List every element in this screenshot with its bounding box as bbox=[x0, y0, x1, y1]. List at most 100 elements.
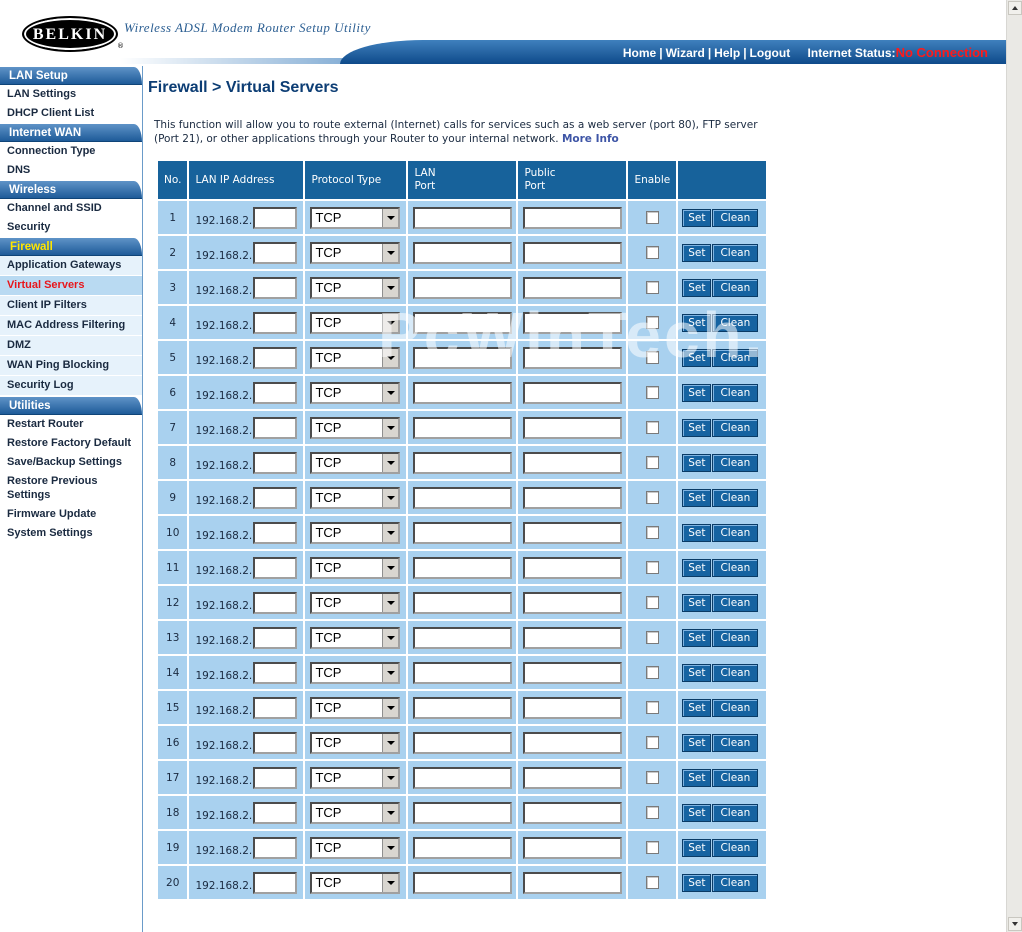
public-port-input[interactable] bbox=[523, 626, 623, 649]
lan-port-input[interactable] bbox=[413, 731, 513, 754]
public-port-input[interactable] bbox=[523, 416, 623, 439]
enable-checkbox[interactable] bbox=[645, 526, 659, 539]
set-button[interactable]: Set bbox=[682, 453, 712, 472]
public-port-input[interactable] bbox=[523, 311, 623, 334]
clean-button[interactable]: Clean bbox=[712, 698, 759, 717]
sidebar-section-wireless[interactable]: Wireless bbox=[0, 181, 142, 199]
lan-port-input[interactable] bbox=[413, 836, 513, 859]
enable-checkbox[interactable] bbox=[645, 351, 659, 364]
protocol-type-select[interactable]: TCP bbox=[310, 661, 401, 684]
clean-button[interactable]: Clean bbox=[712, 663, 759, 682]
chevron-down-icon[interactable] bbox=[382, 418, 399, 437]
lan-ip-last-octet-input[interactable] bbox=[253, 206, 298, 229]
nav-home-link[interactable]: Home bbox=[623, 46, 656, 60]
public-port-input[interactable] bbox=[523, 766, 623, 789]
public-port-input[interactable] bbox=[523, 801, 623, 824]
sidebar-item-dmz[interactable]: DMZ bbox=[0, 336, 142, 356]
lan-ip-last-octet-input[interactable] bbox=[253, 591, 298, 614]
set-button[interactable]: Set bbox=[682, 698, 712, 717]
public-port-input[interactable] bbox=[523, 556, 623, 579]
chevron-down-icon[interactable] bbox=[382, 453, 399, 472]
clean-button[interactable]: Clean bbox=[712, 768, 759, 787]
public-port-input[interactable] bbox=[523, 521, 623, 544]
lan-ip-last-octet-input[interactable] bbox=[253, 346, 298, 369]
nav-logout-link[interactable]: Logout bbox=[750, 46, 791, 60]
lan-port-input[interactable] bbox=[413, 381, 513, 404]
lan-port-input[interactable] bbox=[413, 276, 513, 299]
protocol-type-select[interactable]: TCP bbox=[310, 591, 401, 614]
clean-button[interactable]: Clean bbox=[712, 838, 759, 857]
set-button[interactable]: Set bbox=[682, 768, 712, 787]
sidebar-item-firmware-update[interactable]: Firmware Update bbox=[0, 505, 142, 524]
clean-button[interactable]: Clean bbox=[712, 348, 759, 367]
clean-button[interactable]: Clean bbox=[712, 628, 759, 647]
public-port-input[interactable] bbox=[523, 661, 623, 684]
set-button[interactable]: Set bbox=[682, 488, 712, 507]
set-button[interactable]: Set bbox=[682, 383, 712, 402]
sidebar-item-restore-factory-default[interactable]: Restore Factory Default bbox=[0, 434, 142, 453]
chevron-down-icon[interactable] bbox=[382, 278, 399, 297]
enable-checkbox[interactable] bbox=[645, 631, 659, 644]
protocol-type-select[interactable]: TCP bbox=[310, 346, 401, 369]
lan-ip-last-octet-input[interactable] bbox=[253, 486, 298, 509]
sidebar-item-virtual-servers[interactable]: Virtual Servers bbox=[0, 276, 142, 296]
chevron-down-icon[interactable] bbox=[382, 803, 399, 822]
sidebar-item-lan-settings[interactable]: LAN Settings bbox=[0, 85, 142, 104]
sidebar-section-firewall[interactable]: Firewall bbox=[0, 238, 142, 256]
public-port-input[interactable] bbox=[523, 486, 623, 509]
protocol-type-select[interactable]: TCP bbox=[310, 801, 401, 824]
public-port-input[interactable] bbox=[523, 381, 623, 404]
enable-checkbox[interactable] bbox=[645, 456, 659, 469]
lan-port-input[interactable] bbox=[413, 766, 513, 789]
protocol-type-select[interactable]: TCP bbox=[310, 416, 401, 439]
sidebar-item-restart-router[interactable]: Restart Router bbox=[0, 415, 142, 434]
public-port-input[interactable] bbox=[523, 591, 623, 614]
enable-checkbox[interactable] bbox=[645, 491, 659, 504]
protocol-type-select[interactable]: TCP bbox=[310, 276, 401, 299]
enable-checkbox[interactable] bbox=[645, 421, 659, 434]
set-button[interactable]: Set bbox=[682, 313, 712, 332]
lan-port-input[interactable] bbox=[413, 241, 513, 264]
public-port-input[interactable] bbox=[523, 696, 623, 719]
lan-ip-last-octet-input[interactable] bbox=[253, 766, 298, 789]
public-port-input[interactable] bbox=[523, 871, 623, 894]
lan-ip-last-octet-input[interactable] bbox=[253, 556, 298, 579]
sidebar-item-system-settings[interactable]: System Settings bbox=[0, 524, 142, 543]
lan-ip-last-octet-input[interactable] bbox=[253, 521, 298, 544]
set-button[interactable]: Set bbox=[682, 278, 712, 297]
lan-port-input[interactable] bbox=[413, 871, 513, 894]
chevron-down-icon[interactable] bbox=[382, 488, 399, 507]
chevron-down-icon[interactable] bbox=[382, 523, 399, 542]
lan-port-input[interactable] bbox=[413, 696, 513, 719]
public-port-input[interactable] bbox=[523, 206, 623, 229]
enable-checkbox[interactable] bbox=[645, 806, 659, 819]
set-button[interactable]: Set bbox=[682, 558, 712, 577]
lan-port-input[interactable] bbox=[413, 591, 513, 614]
set-button[interactable]: Set bbox=[682, 803, 712, 822]
enable-checkbox[interactable] bbox=[645, 771, 659, 784]
protocol-type-select[interactable]: TCP bbox=[310, 311, 401, 334]
enable-checkbox[interactable] bbox=[645, 246, 659, 259]
clean-button[interactable]: Clean bbox=[712, 558, 759, 577]
set-button[interactable]: Set bbox=[682, 838, 712, 857]
sidebar-item-restore-previous-settings[interactable]: Restore Previous Settings bbox=[0, 472, 142, 505]
public-port-input[interactable] bbox=[523, 276, 623, 299]
more-info-link[interactable]: More Info bbox=[562, 133, 619, 145]
lan-ip-last-octet-input[interactable] bbox=[253, 731, 298, 754]
lan-ip-last-octet-input[interactable] bbox=[253, 836, 298, 859]
enable-checkbox[interactable] bbox=[645, 281, 659, 294]
set-button[interactable]: Set bbox=[682, 733, 712, 752]
sidebar-item-mac-address-filtering[interactable]: MAC Address Filtering bbox=[0, 316, 142, 336]
vertical-scrollbar[interactable] bbox=[1006, 0, 1022, 932]
set-button[interactable]: Set bbox=[682, 208, 712, 227]
sidebar-section-lan-setup[interactable]: LAN Setup bbox=[0, 67, 142, 85]
protocol-type-select[interactable]: TCP bbox=[310, 521, 401, 544]
lan-port-input[interactable] bbox=[413, 801, 513, 824]
clean-button[interactable]: Clean bbox=[712, 313, 759, 332]
clean-button[interactable]: Clean bbox=[712, 418, 759, 437]
protocol-type-select[interactable]: TCP bbox=[310, 381, 401, 404]
clean-button[interactable]: Clean bbox=[712, 278, 759, 297]
protocol-type-select[interactable]: TCP bbox=[310, 731, 401, 754]
lan-port-input[interactable] bbox=[413, 486, 513, 509]
protocol-type-select[interactable]: TCP bbox=[310, 626, 401, 649]
